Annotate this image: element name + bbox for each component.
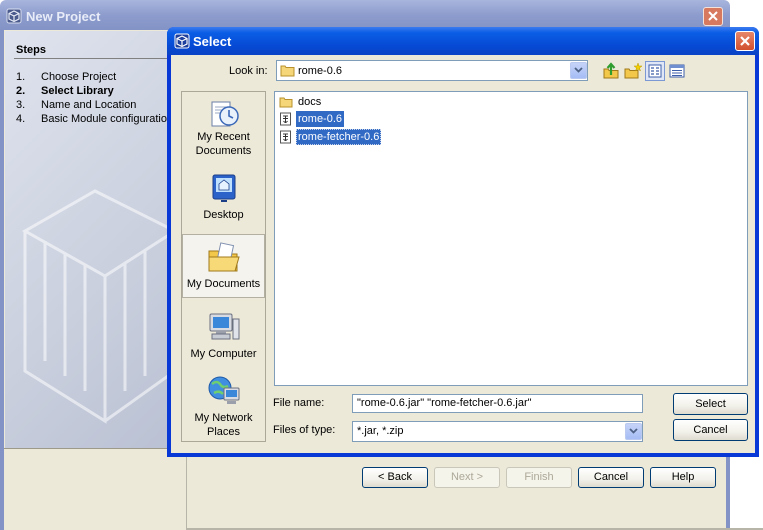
step-number: 3. (16, 99, 26, 111)
up-one-level-button[interactable] (601, 61, 621, 81)
new-project-title-bar[interactable] (0, 0, 730, 30)
files-of-type-value: *.jar, *.zip (357, 425, 404, 437)
wizard-cancel-button[interactable]: Cancel (578, 467, 644, 488)
place-label: My Recent Documents (195, 131, 252, 157)
select-dialog-close-button[interactable] (735, 31, 755, 51)
select-dialog-title: Select (193, 34, 232, 49)
my-computer-icon (209, 313, 239, 340)
files-of-type-label: Files of type: (273, 424, 336, 436)
step-label: Choose Project (41, 71, 117, 83)
app-cube-icon (174, 33, 190, 49)
select-dialog-title-bar[interactable] (167, 27, 759, 55)
new-folder-icon (624, 62, 643, 79)
folder-icon (280, 65, 295, 77)
step-number: 2. (16, 85, 26, 97)
place-my-computer[interactable]: My Computer (182, 310, 265, 366)
new-project-close-button[interactable] (703, 7, 723, 26)
network-places-icon (208, 376, 239, 404)
place-my-network-places[interactable]: My Network Places (182, 373, 265, 439)
step-item: 3. Name and Location (16, 99, 136, 111)
next-button[interactable]: Next > (434, 467, 500, 488)
app-cube-icon (6, 8, 22, 24)
new-project-title: New Project (26, 9, 101, 24)
place-label: My Network Places (194, 412, 253, 438)
step-item: 1. Choose Project (16, 71, 116, 83)
step-label: Select Library (41, 85, 114, 97)
close-icon (740, 36, 750, 46)
place-my-documents[interactable]: My Documents (182, 234, 265, 298)
file-name-input[interactable]: "rome-0.6.jar" "rome-fetcher-0.6.jar" (352, 394, 643, 413)
place-label: Desktop (203, 209, 244, 221)
file-name: docs (298, 96, 322, 108)
list-item-jar-selected[interactable]: rome-fetcher-0.6 (279, 129, 382, 145)
steps-heading: Steps (16, 44, 46, 56)
list-view-icon (648, 64, 662, 78)
details-view-button[interactable] (667, 61, 687, 81)
dialog-cancel-button[interactable]: Cancel (673, 419, 748, 441)
place-desktop[interactable]: Desktop (182, 171, 265, 227)
look-in-label: Look in: (229, 65, 268, 77)
list-item-folder[interactable]: docs (279, 94, 323, 110)
place-label: My Computer (190, 348, 257, 360)
chevron-down-icon (629, 428, 638, 434)
finish-button[interactable]: Finish (506, 467, 572, 488)
file-name: rome-fetcher-0.6 (296, 129, 382, 145)
step-number: 1. (16, 71, 26, 83)
file-name: rome-0.6 (296, 111, 345, 127)
desktop-icon (212, 174, 235, 202)
folder-icon (279, 97, 293, 108)
look-in-value: rome-0.6 (298, 65, 343, 77)
recent-documents-icon (211, 101, 239, 127)
file-name-label: File name: (273, 397, 325, 409)
step-label: Name and Location (41, 99, 137, 111)
details-view-icon (669, 64, 685, 78)
steps-divider (14, 58, 174, 59)
back-button[interactable]: < Back (362, 467, 428, 488)
up-folder-icon (603, 62, 619, 79)
jar-file-icon (280, 130, 291, 144)
list-view-button[interactable] (645, 61, 665, 81)
look-in-dropdown-arrow[interactable] (570, 62, 587, 79)
close-icon (708, 11, 718, 21)
chevron-down-icon (574, 67, 583, 73)
select-button[interactable]: Select (673, 393, 748, 415)
shadow-line (186, 456, 187, 530)
place-my-recent-documents[interactable]: My Recent Documents (182, 94, 265, 162)
step-item: 4. Basic Module configuration (16, 113, 173, 125)
create-new-folder-button[interactable] (623, 61, 643, 81)
step-number: 4. (16, 113, 26, 125)
list-item-jar-selected[interactable]: rome-0.6 (279, 111, 345, 127)
files-of-type-dropdown-arrow[interactable] (625, 423, 642, 440)
files-of-type-combobox[interactable]: *.jar, *.zip (352, 421, 643, 442)
help-button[interactable]: Help (650, 467, 716, 488)
my-documents-icon (208, 242, 240, 272)
jar-file-icon (280, 112, 291, 126)
step-item-current: 2. Select Library (16, 85, 114, 97)
step-label: Basic Module configuration (41, 113, 174, 125)
place-label: My Documents (186, 278, 261, 290)
